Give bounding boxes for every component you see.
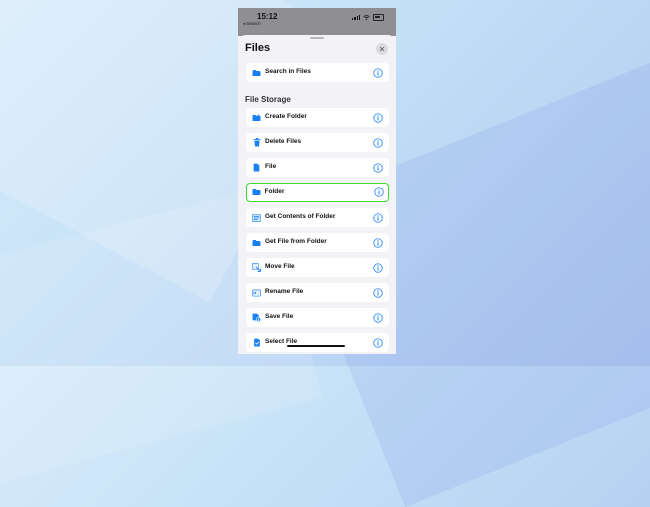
action-row-get-file-from-folder[interactable]: Get File from Folder [246, 233, 389, 252]
info-icon[interactable] [373, 112, 383, 123]
row-label: Rename File [265, 288, 304, 295]
wifi-icon [363, 14, 370, 20]
home-indicator[interactable] [287, 345, 345, 347]
info-icon[interactable] [373, 312, 383, 323]
search-in-files-row[interactable]: Search in Files [246, 63, 389, 82]
row-label: Get File from Folder [265, 238, 327, 245]
info-icon[interactable] [373, 67, 383, 78]
select-file-icon [252, 338, 261, 347]
row-label: Move File [265, 263, 295, 270]
row-label: Create Folder [265, 113, 307, 120]
row-label: Save File [265, 313, 294, 320]
action-row-save-file[interactable]: Save File [246, 308, 389, 327]
back-to-app-link[interactable]: ◂ Search [243, 21, 261, 27]
move-file-icon [252, 263, 261, 272]
cellular-signal-icon [352, 14, 360, 20]
file-icon [252, 163, 261, 172]
rename-icon [252, 288, 261, 297]
action-row-delete-files[interactable]: Delete Files [246, 133, 389, 152]
info-icon[interactable] [373, 262, 383, 273]
info-icon[interactable] [373, 337, 383, 348]
action-row-rename-file[interactable]: Rename File [246, 283, 389, 302]
row-label: Select File [265, 338, 298, 345]
action-row-folder[interactable]: Folder [246, 183, 389, 202]
sheet-grabber[interactable] [310, 37, 324, 39]
info-icon[interactable] [373, 212, 383, 223]
row-label: File [265, 163, 277, 170]
folder-icon [252, 188, 261, 197]
row-label: Delete Files [265, 138, 302, 145]
folder-icon [252, 238, 261, 247]
phone-screen: 15:12 ◂ Search Files Search in Files Fil… [238, 8, 396, 354]
save-icon [252, 313, 261, 322]
close-button[interactable] [376, 43, 388, 55]
info-icon[interactable] [373, 162, 383, 173]
list-icon [252, 213, 261, 222]
status-icons [352, 14, 384, 21]
sheet-title: Files [245, 42, 271, 54]
action-row-get-contents-of-folder[interactable]: Get Contents of Folder [246, 208, 389, 227]
action-row-select-file[interactable]: Select File [246, 333, 389, 352]
info-icon[interactable] [373, 237, 383, 248]
info-icon[interactable] [373, 187, 384, 197]
action-row-move-file[interactable]: Move File [246, 258, 389, 277]
trash-icon [252, 138, 261, 147]
folder-icon [252, 68, 261, 77]
row-label: Folder [264, 187, 285, 195]
row-label: Get Contents of Folder [265, 213, 336, 220]
info-icon[interactable] [373, 137, 383, 148]
status-bar: 15:12 ◂ Search [238, 8, 396, 36]
action-row-file[interactable]: File [246, 158, 389, 177]
close-icon [379, 46, 385, 52]
section-header: File Storage [245, 95, 291, 104]
battery-icon [373, 14, 384, 21]
files-sheet: Files Search in Files File Storage Creat… [238, 35, 396, 354]
row-label: Search in Files [265, 68, 311, 75]
create-folder-icon [252, 113, 261, 122]
info-icon[interactable] [373, 287, 383, 298]
action-row-create-folder[interactable]: Create Folder [246, 108, 389, 127]
status-time: 15:12 [257, 12, 278, 21]
